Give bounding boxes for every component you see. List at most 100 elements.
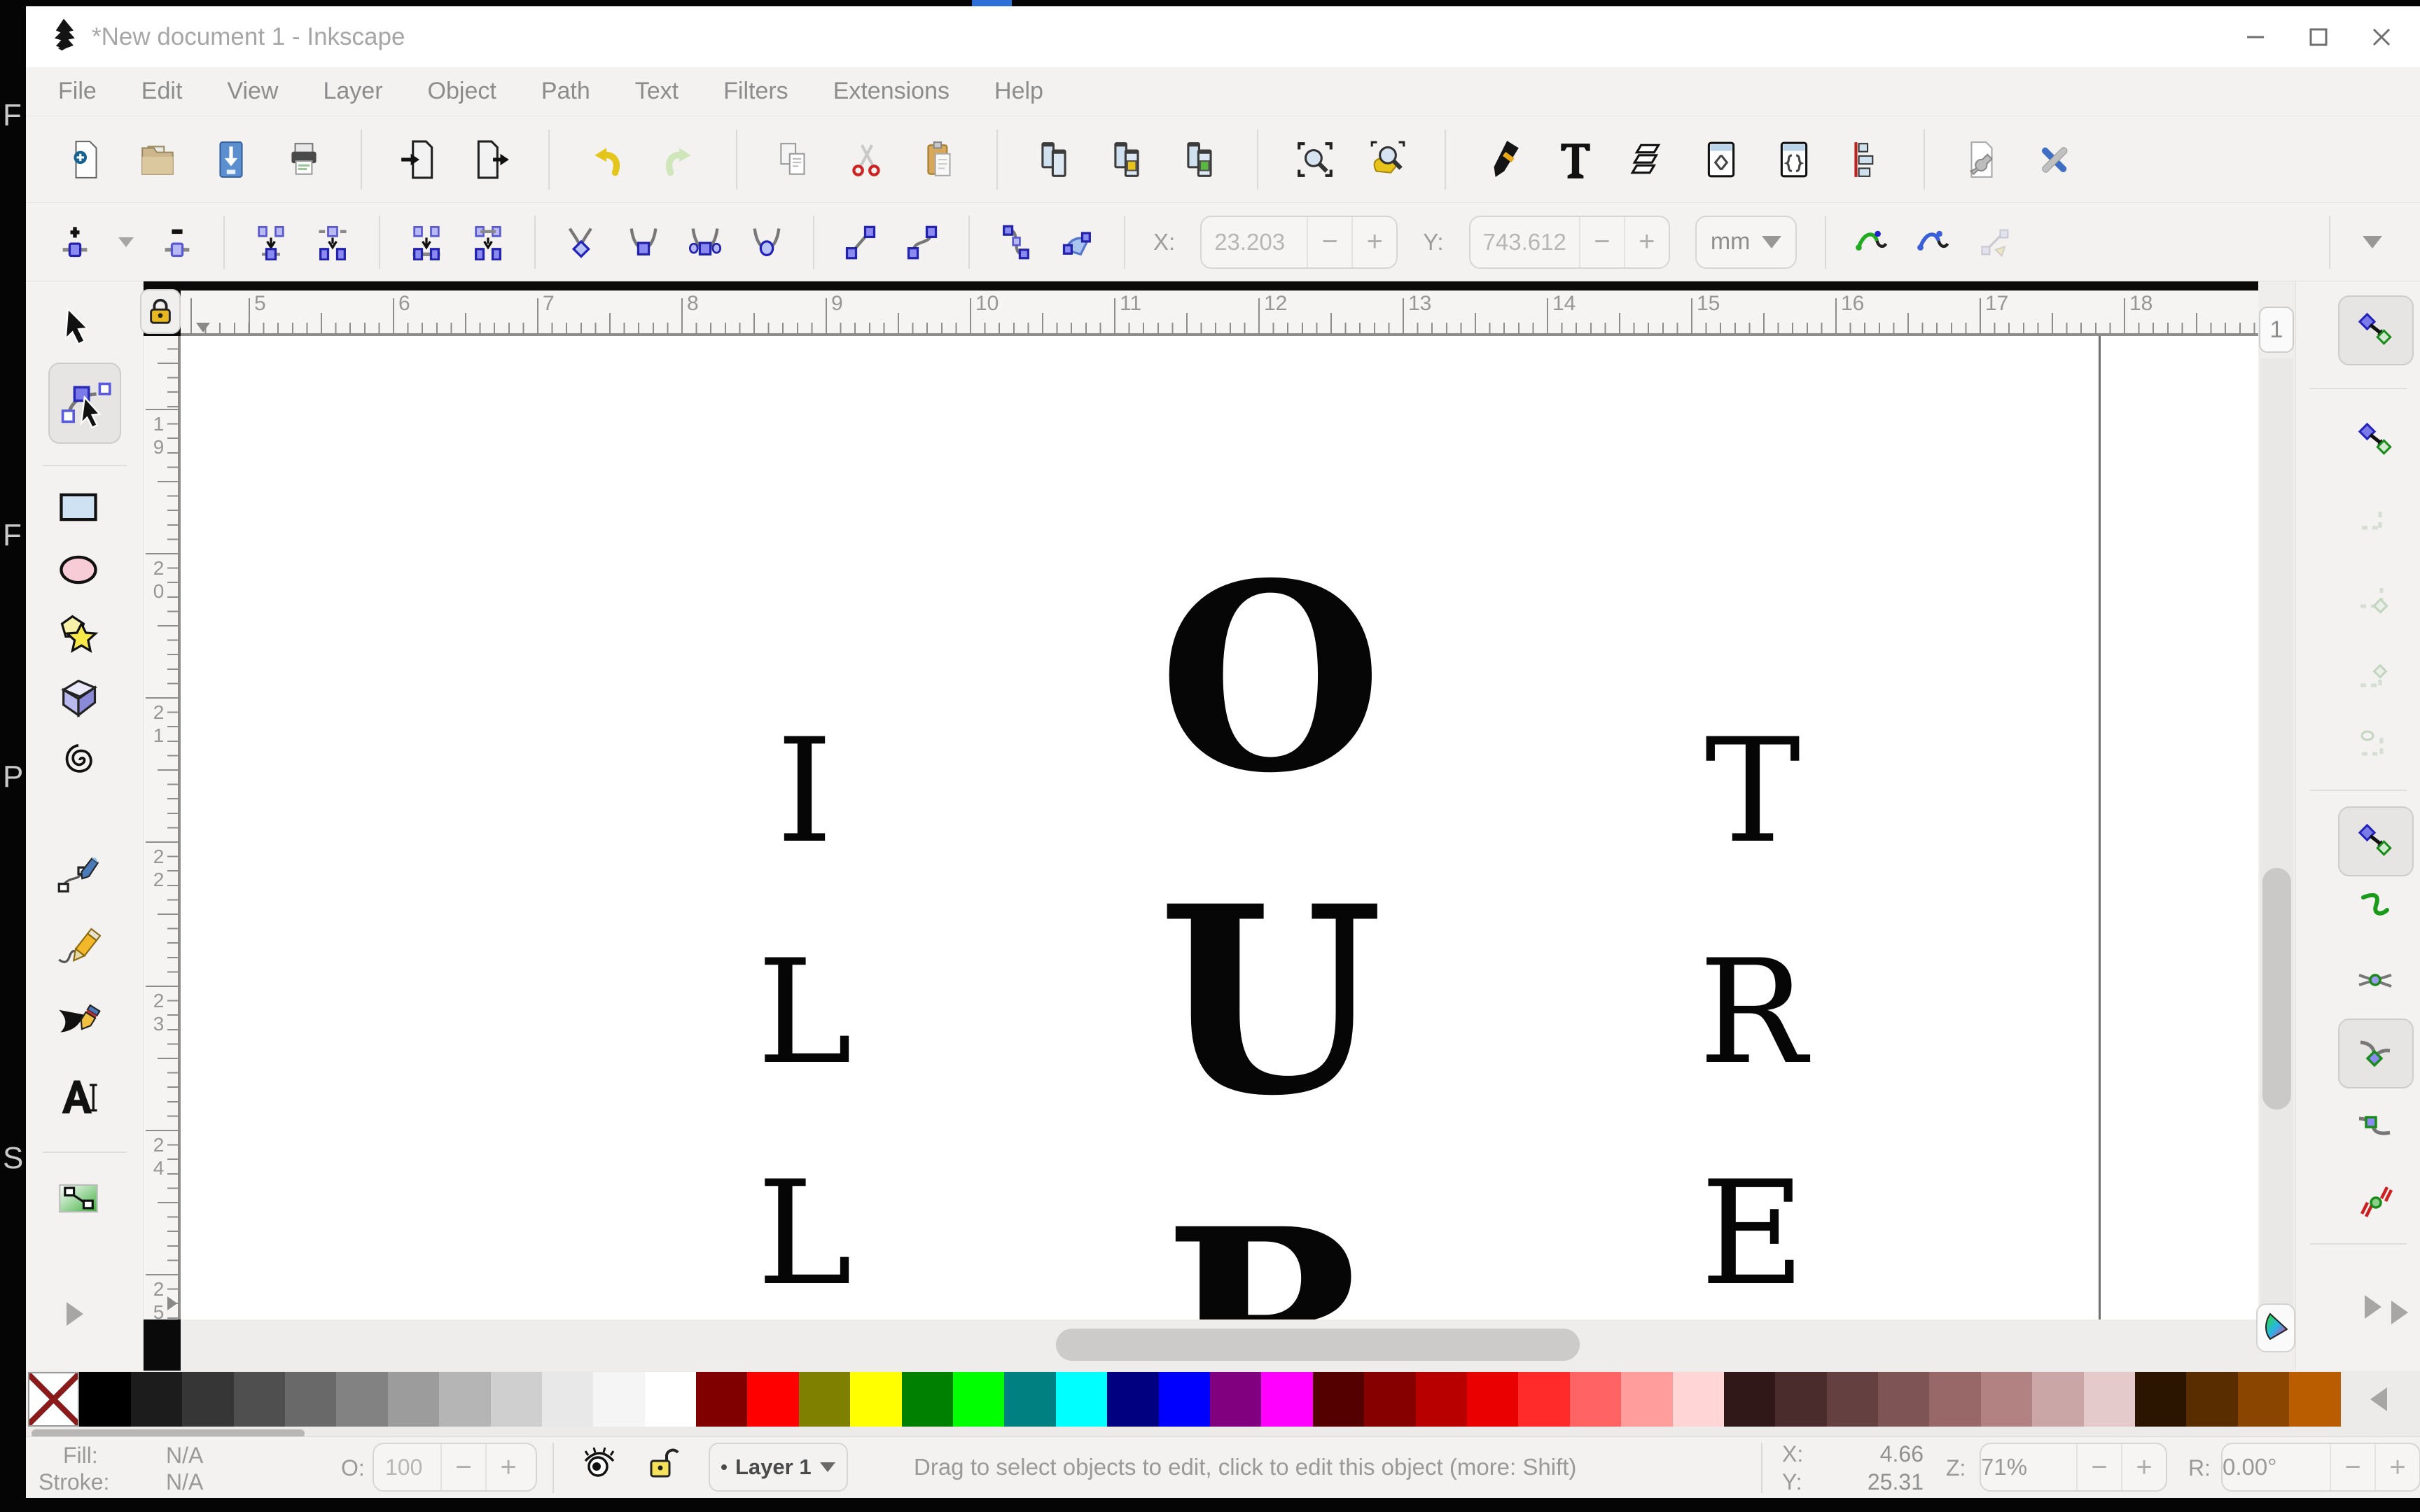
- palette-swatch[interactable]: [1261, 1372, 1312, 1427]
- palette-swatch[interactable]: [953, 1372, 1004, 1427]
- break-nodes-icon[interactable]: [314, 224, 351, 260]
- rectangle-tool[interactable]: [56, 484, 101, 529]
- palette-swatch[interactable]: [439, 1372, 490, 1427]
- node-symmetric-icon[interactable]: [687, 224, 723, 260]
- rotation-field[interactable]: 0.00° − +: [2221, 1443, 2420, 1492]
- rotation-value[interactable]: 0.00°: [2223, 1454, 2330, 1480]
- opacity-value[interactable]: 100: [374, 1455, 440, 1480]
- box3d-tool[interactable]: [56, 673, 101, 718]
- segment-line-icon[interactable]: [842, 224, 879, 260]
- create-clone-icon[interactable]: [1107, 139, 1148, 180]
- fill-stroke-dialog-icon[interactable]: [1482, 139, 1523, 180]
- copy-icon[interactable]: [774, 139, 814, 180]
- palette-swatch[interactable]: [696, 1372, 747, 1427]
- zoom-selection-icon[interactable]: [1295, 139, 1335, 180]
- save-icon[interactable]: [211, 139, 251, 180]
- y-decrement-button[interactable]: −: [1580, 226, 1624, 258]
- snap-cusp-nodes-button[interactable]: [2338, 1018, 2414, 1088]
- x-increment-button[interactable]: +: [1353, 226, 1396, 258]
- snap-bounding-box-icon[interactable]: [2356, 421, 2395, 460]
- snap-paths-icon[interactable]: [2356, 888, 2395, 927]
- palette-swatch[interactable]: [1159, 1372, 1210, 1427]
- palette-swatch[interactable]: [1724, 1372, 1775, 1427]
- sticky-zoom-button[interactable]: 1: [2259, 307, 2294, 353]
- zoom-drawing-icon[interactable]: [1368, 139, 1408, 180]
- palette-swatch[interactable]: [1210, 1372, 1261, 1427]
- palette-swatch[interactable]: [79, 1372, 130, 1427]
- new-document-icon[interactable]: [65, 139, 106, 180]
- join-with-segment-icon[interactable]: [408, 224, 445, 260]
- document-properties-icon[interactable]: [1961, 139, 2002, 180]
- palette-swatch[interactable]: [388, 1372, 439, 1427]
- palette-swatch[interactable]: [1364, 1372, 1415, 1427]
- fill-value[interactable]: N/A: [166, 1443, 203, 1469]
- close-button[interactable]: [2350, 9, 2413, 65]
- palette-swatch[interactable]: [902, 1372, 953, 1427]
- minimize-button[interactable]: [2224, 9, 2287, 65]
- object-to-path-icon[interactable]: [998, 224, 1034, 260]
- canvas-text-column-middle[interactable]: OURT: [1141, 526, 1399, 1320]
- palette-swatch-none[interactable]: [28, 1372, 79, 1427]
- x-coord-value[interactable]: 23.203: [1202, 229, 1307, 255]
- palette-swatch[interactable]: [799, 1372, 850, 1427]
- zoom-value[interactable]: 71%: [1981, 1454, 2076, 1480]
- palette-swatch[interactable]: [2289, 1372, 2340, 1427]
- export-icon[interactable]: [471, 139, 512, 180]
- palette-swatch[interactable]: [2135, 1372, 2186, 1427]
- gradient-tool[interactable]: [56, 1176, 101, 1221]
- palette-swatch[interactable]: [234, 1372, 285, 1427]
- stroke-value[interactable]: N/A: [166, 1469, 203, 1495]
- palette-swatch[interactable]: [182, 1372, 233, 1427]
- show-transform-handles-icon[interactable]: [1977, 224, 2014, 260]
- snap-bbox-edges-icon[interactable]: [2356, 498, 2395, 538]
- palette-swatch[interactable]: [1004, 1372, 1055, 1427]
- y-coord-field[interactable]: 743.612 − +: [1469, 216, 1670, 269]
- snap-smooth-nodes-icon[interactable]: [2356, 1105, 2395, 1144]
- ellipse-tool[interactable]: [56, 547, 101, 592]
- edit-mask-icon[interactable]: [1916, 224, 1952, 260]
- palette-swatch[interactable]: [1621, 1372, 1672, 1427]
- palette-swatch[interactable]: [1467, 1372, 1518, 1427]
- menu-file[interactable]: File: [58, 78, 97, 105]
- print-icon[interactable]: [284, 139, 324, 180]
- xml-editor-icon[interactable]: [1701, 139, 1741, 180]
- palette-swatch[interactable]: [1570, 1372, 1621, 1427]
- y-coord-value[interactable]: 743.612: [1470, 229, 1579, 255]
- menu-edit[interactable]: Edit: [141, 78, 183, 105]
- snap-bbox-edge-midpoints-icon[interactable]: [2356, 656, 2395, 695]
- rotation-increment-button[interactable]: +: [2376, 1452, 2419, 1483]
- maximize-button[interactable]: [2287, 9, 2350, 65]
- preferences-icon[interactable]: [2034, 139, 2075, 180]
- star-tool[interactable]: [56, 610, 101, 655]
- delete-segment-icon[interactable]: [470, 224, 506, 260]
- menu-text[interactable]: Text: [635, 78, 679, 105]
- menu-layer[interactable]: Layer: [323, 78, 382, 105]
- undo-icon[interactable]: [586, 139, 627, 180]
- palette-swatch[interactable]: [2238, 1372, 2289, 1427]
- palette-swatch[interactable]: [1878, 1372, 1929, 1427]
- rotation-decrement-button[interactable]: −: [2331, 1452, 2374, 1483]
- vertical-scrollbar-thumb[interactable]: [2262, 868, 2291, 1110]
- unit-dropdown[interactable]: mm: [1695, 216, 1797, 269]
- insert-node-menu-icon[interactable]: [118, 237, 134, 247]
- node-tool[interactable]: [56, 374, 115, 433]
- palette-swatch[interactable]: [747, 1372, 798, 1427]
- node-corner-icon[interactable]: [564, 224, 600, 260]
- unlink-clone-icon[interactable]: [1180, 139, 1221, 180]
- layer-lock-toggle[interactable]: [646, 1446, 681, 1490]
- text-dialog-icon[interactable]: [1555, 139, 1596, 180]
- opacity-increment-button[interactable]: +: [487, 1452, 530, 1483]
- palette-swatch[interactable]: [593, 1372, 644, 1427]
- palette-swatch[interactable]: [491, 1372, 542, 1427]
- cut-icon[interactable]: [847, 139, 887, 180]
- palette-swatch[interactable]: [2032, 1372, 2083, 1427]
- color-management-button[interactable]: [2256, 1303, 2295, 1352]
- palette-swatch[interactable]: [2186, 1372, 2237, 1427]
- palette-swatch[interactable]: [2084, 1372, 2135, 1427]
- delete-node-icon[interactable]: [159, 224, 195, 260]
- menu-extensions[interactable]: Extensions: [833, 78, 950, 105]
- menu-view[interactable]: View: [227, 78, 278, 105]
- snap-enable-button[interactable]: [2338, 295, 2414, 365]
- spiral-tool[interactable]: [56, 738, 101, 783]
- duplicate-icon[interactable]: [1034, 139, 1075, 180]
